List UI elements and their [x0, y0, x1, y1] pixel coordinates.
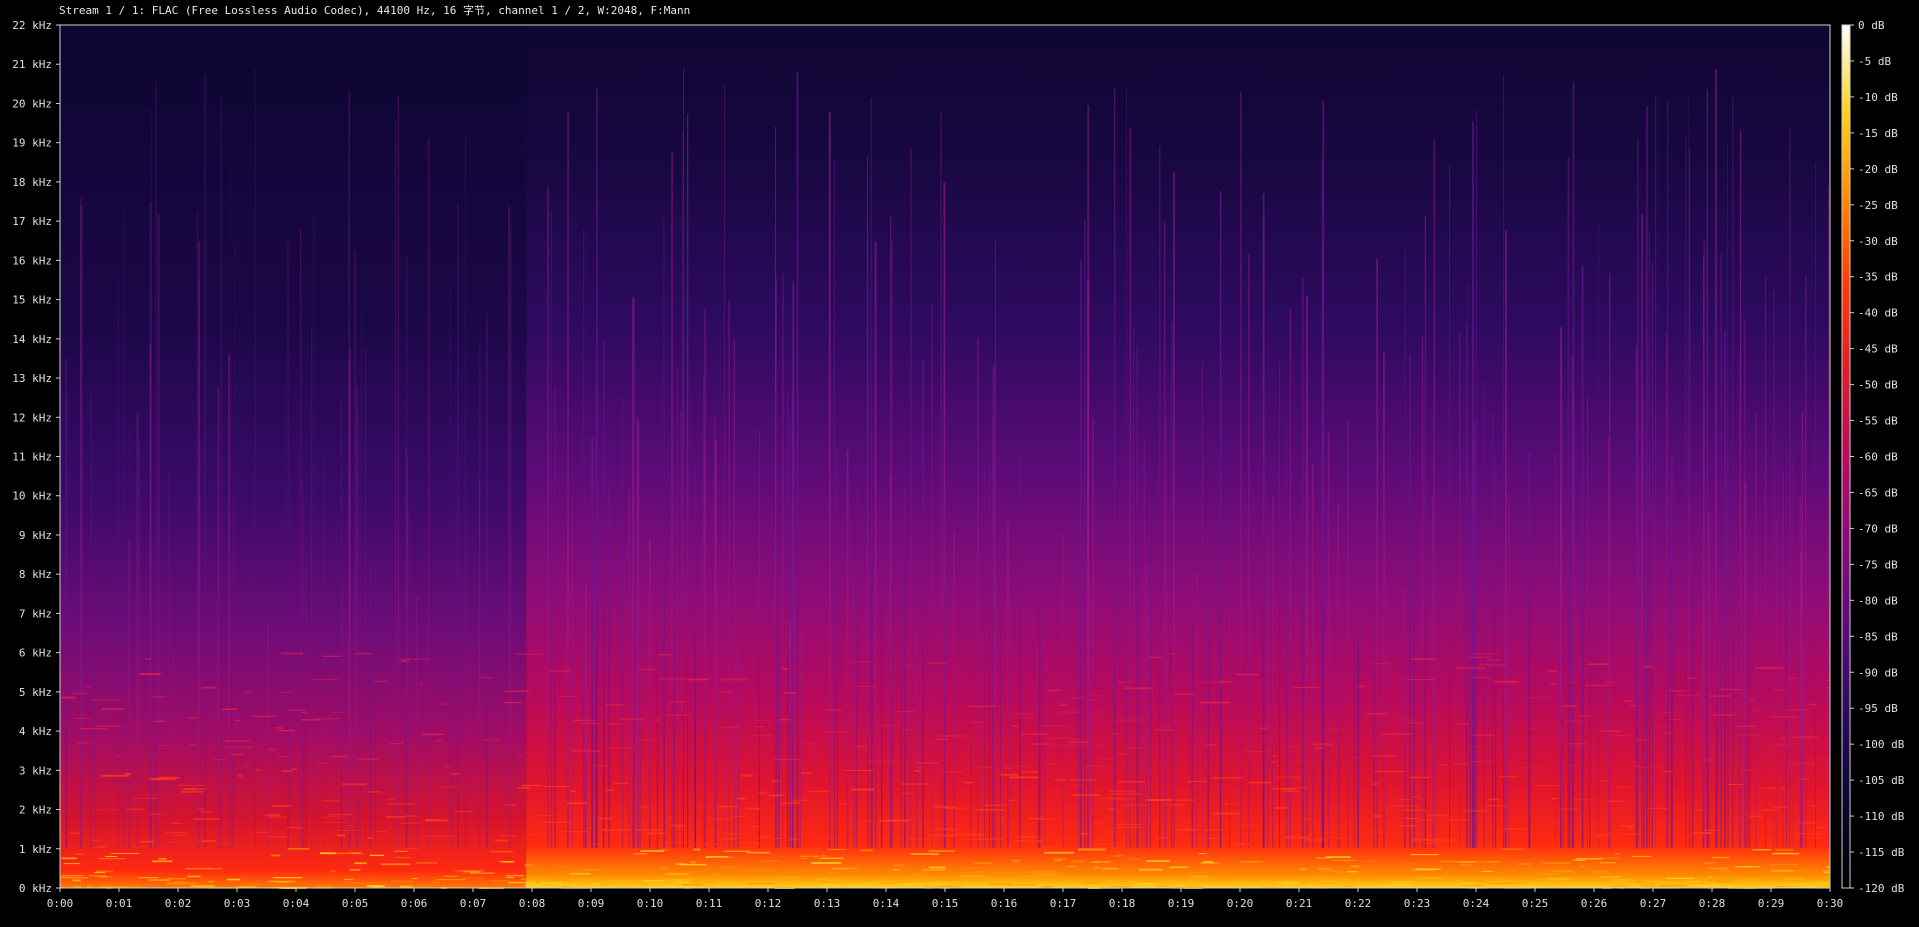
- colorbar-tick-label: -25 dB: [1858, 199, 1898, 212]
- time-tick-label: 0:04: [283, 897, 310, 910]
- frequency-tick-label: 12 kHz: [12, 411, 52, 424]
- frequency-tick-label: 3 kHz: [19, 764, 52, 777]
- colorbar-tick-label: -85 dB: [1858, 630, 1898, 643]
- time-tick-label: 0:02: [165, 897, 192, 910]
- frequency-tick-label: 18 kHz: [12, 176, 52, 189]
- frequency-axis: 0 kHz 1 kHz 2 kHz 3 kHz 4 kHz 5 kHz 6 kHz 7 kHz…: [12, 19, 60, 895]
- time-tick-label: 0:13: [814, 897, 841, 910]
- colorbar-tick-label: -15 dB: [1858, 127, 1898, 140]
- time-tick-label: 0:11: [696, 897, 723, 910]
- colorbar-tick-label: -30 dB: [1858, 235, 1898, 248]
- time-tick-label: 0:27: [1640, 897, 1667, 910]
- frequency-tick-label: 13 kHz: [12, 372, 52, 385]
- colorbar-tick-label: -75 dB: [1858, 558, 1898, 571]
- time-tick-label: 0:14: [873, 897, 900, 910]
- frequency-tick-label: 17 kHz: [12, 215, 52, 228]
- colorbar-tick-label: -65 dB: [1858, 486, 1898, 499]
- frequency-tick-label: 2 kHz: [19, 804, 52, 817]
- frequency-tick-label: 21 kHz: [12, 58, 52, 71]
- time-tick-label: 0:28: [1699, 897, 1726, 910]
- time-tick-label: 0:29: [1758, 897, 1785, 910]
- colorbar-tick-label: -10 dB: [1858, 91, 1898, 104]
- frequency-tick-label: 9 kHz: [19, 529, 52, 542]
- time-tick-label: 0:26: [1581, 897, 1608, 910]
- colorbar-tick-label: -50 dB: [1858, 379, 1898, 392]
- colorbar-tick-label: -100 dB: [1858, 738, 1905, 751]
- time-tick-label: 0:25: [1522, 897, 1549, 910]
- time-tick-label: 0:24: [1463, 897, 1490, 910]
- time-tick-label: 0:15: [932, 897, 959, 910]
- colorbar-tick-label: -20 dB: [1858, 163, 1898, 176]
- frequency-tick-label: 8 kHz: [19, 568, 52, 581]
- time-tick-label: 0:12: [755, 897, 782, 910]
- frequency-tick-label: 14 kHz: [12, 333, 52, 346]
- colorbar-tick-label: -60 dB: [1858, 451, 1898, 464]
- time-tick-label: 0:16: [991, 897, 1018, 910]
- colorbar-tick-label: -80 dB: [1858, 594, 1898, 607]
- colorbar-tick-label: -45 dB: [1858, 343, 1898, 356]
- time-tick-label: 0:01: [106, 897, 133, 910]
- colorbar-tick-label: -5 dB: [1858, 55, 1891, 68]
- frequency-tick-label: 20 kHz: [12, 97, 52, 110]
- time-axis: 0:00 0:01 0:02 0:03 0:04 0:05 0:06 0:07 0:08 0:09…: [47, 888, 1844, 910]
- frequency-tick-label: 7 kHz: [19, 607, 52, 620]
- colorbar-tick-label: -115 dB: [1858, 846, 1905, 859]
- colorbar: [1841, 24, 1851, 889]
- time-tick-label: 0:03: [224, 897, 251, 910]
- frequency-tick-label: 16 kHz: [12, 254, 52, 267]
- time-tick-label: 0:23: [1404, 897, 1431, 910]
- time-tick-label: 0:09: [578, 897, 605, 910]
- colorbar-tick-label: -40 dB: [1858, 307, 1898, 320]
- spectrogram-chart: 0 kHz 1 kHz 2 kHz 3 kHz 4 kHz 5 kHz 6 kHz 7 kHz…: [12, 19, 1905, 910]
- frequency-tick-label: 4 kHz: [19, 725, 52, 738]
- frequency-tick-label: 15 kHz: [12, 294, 52, 307]
- colorbar-tick-label: -120 dB: [1858, 882, 1905, 895]
- frequency-tick-label: 19 kHz: [12, 137, 52, 150]
- time-tick-label: 0:21: [1286, 897, 1313, 910]
- frequency-tick-label: 6 kHz: [19, 647, 52, 660]
- time-tick-label: 0:00: [47, 897, 74, 910]
- time-tick-label: 0:05: [342, 897, 369, 910]
- colorbar-tick-label: -110 dB: [1858, 810, 1905, 823]
- frequency-tick-label: 0 kHz: [19, 882, 52, 895]
- time-tick-label: 0:30: [1817, 897, 1844, 910]
- frequency-tick-label: 10 kHz: [12, 490, 52, 503]
- colorbar-tick-label: -35 dB: [1858, 271, 1898, 284]
- time-tick-label: 0:20: [1227, 897, 1254, 910]
- time-tick-label: 0:10: [637, 897, 664, 910]
- colorbar-tick-label: -55 dB: [1858, 415, 1898, 428]
- frequency-tick-label: 11 kHz: [12, 451, 52, 464]
- frequency-tick-label: 22 kHz: [12, 19, 52, 32]
- time-tick-label: 0:07: [460, 897, 487, 910]
- frequency-tick-label: 5 kHz: [19, 686, 52, 699]
- time-tick-label: 0:08: [519, 897, 546, 910]
- colorbar-tick-label: -70 dB: [1858, 522, 1898, 535]
- time-tick-label: 0:19: [1168, 897, 1195, 910]
- colorbar-tick-label: -90 dB: [1858, 666, 1898, 679]
- colorbar-tick-label: -95 dB: [1858, 702, 1898, 715]
- time-tick-label: 0:06: [401, 897, 428, 910]
- colorbar-tick-label: -105 dB: [1858, 774, 1905, 787]
- time-tick-label: 0:22: [1345, 897, 1372, 910]
- colorbar-tick-label: 0 dB: [1858, 19, 1885, 32]
- time-tick-label: 0:18: [1109, 897, 1136, 910]
- spectrogram-section-main: [526, 25, 1830, 888]
- colorbar-axis: 0 dB -5 dB -10 dB -15 dB -20 dB -25 dB -30 dB -…: [1850, 19, 1905, 895]
- time-tick-label: 0:17: [1050, 897, 1077, 910]
- frequency-tick-label: 1 kHz: [19, 843, 52, 856]
